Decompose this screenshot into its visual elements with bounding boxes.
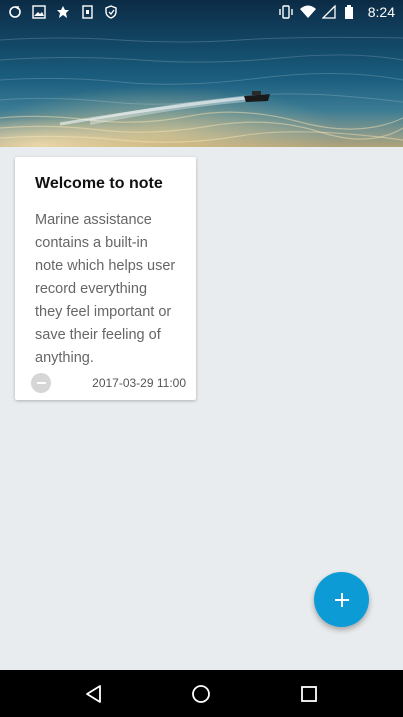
sim-icon bbox=[80, 5, 94, 19]
leaf-icon bbox=[56, 5, 70, 19]
plus-icon bbox=[334, 592, 349, 607]
image-icon bbox=[32, 5, 46, 19]
add-note-button[interactable] bbox=[314, 572, 369, 627]
back-icon bbox=[85, 684, 101, 703]
status-time: 8:24 bbox=[367, 4, 395, 20]
vibrate-icon bbox=[278, 5, 293, 19]
status-bar: 8:24 bbox=[0, 0, 403, 24]
recents-icon bbox=[301, 685, 318, 702]
delete-note-button[interactable] bbox=[31, 373, 51, 393]
note-body: Marine assistance contains a built-in no… bbox=[35, 212, 176, 366]
home-button[interactable] bbox=[181, 674, 221, 714]
note-footer: 2017-03-29 11:00 bbox=[15, 373, 196, 393]
recents-button[interactable] bbox=[289, 674, 329, 714]
note-date: 2017-03-29 11:00 bbox=[92, 376, 186, 390]
wifi-icon bbox=[299, 5, 316, 19]
minus-icon bbox=[36, 382, 46, 384]
home-icon bbox=[192, 684, 211, 703]
shield-icon bbox=[104, 5, 118, 19]
signal-icon bbox=[321, 4, 336, 19]
status-bar-notifications bbox=[0, 5, 126, 19]
status-bar-system: 8:24 bbox=[270, 4, 403, 20]
note-title: Welcome to note bbox=[35, 175, 163, 192]
note-card[interactable]: Welcome to note Marine assistance contai… bbox=[15, 157, 196, 400]
navigation-bar bbox=[0, 670, 403, 717]
battery-icon bbox=[344, 5, 358, 19]
back-button[interactable] bbox=[74, 674, 114, 714]
sync-icon bbox=[8, 5, 22, 19]
